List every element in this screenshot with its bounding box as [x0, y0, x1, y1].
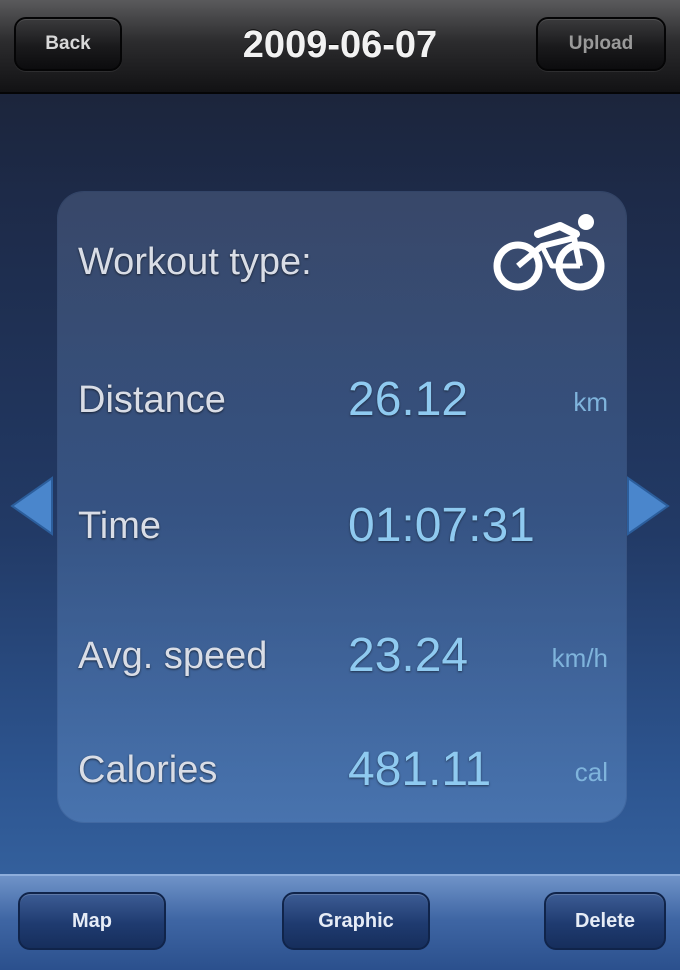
workout-detail-screen: Back 2009-06-07 Upload Workout type: Dis… — [0, 0, 680, 970]
navigation-bar: Back 2009-06-07 Upload — [0, 0, 680, 94]
stat-row-avg-speed: Avg. speed 23.24 km/h — [58, 616, 626, 696]
bicycle-icon — [493, 214, 605, 291]
stat-label: Time — [78, 505, 162, 547]
stat-value: 481.11 — [348, 743, 492, 796]
bottom-toolbar: Map Graphic Delete — [0, 874, 680, 970]
page-title: 2009-06-07 — [242, 24, 438, 66]
stat-label: Avg. speed — [78, 635, 268, 677]
previous-arrow-icon[interactable] — [8, 476, 54, 536]
stat-value: 23.24 — [348, 629, 469, 682]
next-arrow-icon[interactable] — [626, 476, 672, 536]
workout-summary-panel: Workout type: Distance 26.12 km Time 01:… — [58, 192, 626, 822]
stat-label: Distance — [78, 379, 226, 421]
stat-unit: cal — [574, 757, 608, 787]
stat-label: Calories — [78, 749, 218, 791]
stat-unit: km — [573, 387, 608, 417]
stat-row-distance: Distance 26.12 km — [58, 360, 626, 440]
graphic-button[interactable]: Graphic — [282, 892, 430, 950]
stat-row-time: Time 01:07:31 — [58, 486, 626, 566]
back-button[interactable]: Back — [14, 17, 122, 71]
stat-value: 01:07:31 — [348, 499, 535, 552]
stat-value: 26.12 — [348, 373, 469, 426]
upload-button[interactable]: Upload — [536, 17, 666, 71]
stat-unit: km/h — [551, 643, 608, 673]
delete-button[interactable]: Delete — [544, 892, 666, 950]
workout-type-label: Workout type: — [78, 241, 312, 283]
stat-row-calories: Calories 481.11 cal — [58, 730, 626, 810]
map-button[interactable]: Map — [18, 892, 166, 950]
